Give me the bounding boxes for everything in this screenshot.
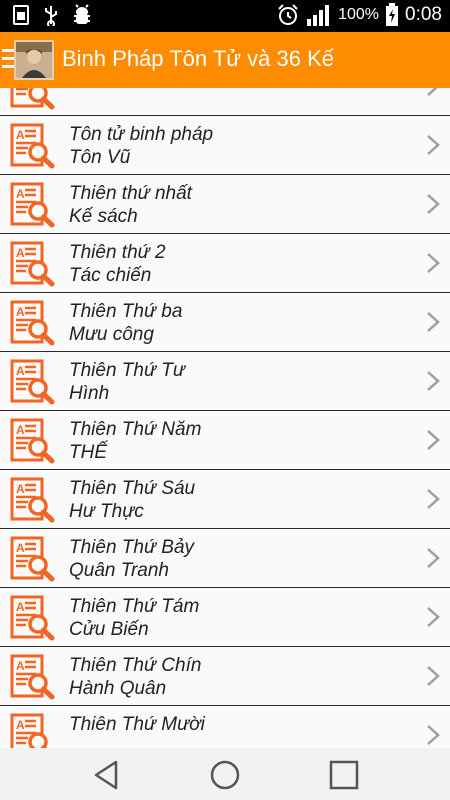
svg-text:A: A <box>16 718 25 732</box>
svg-text:A: A <box>16 364 25 378</box>
document-search-icon: A <box>10 359 55 405</box>
document-search-icon: A <box>10 182 55 228</box>
chevron-right-icon <box>427 88 438 96</box>
list-item-subtitle: Hư Thực <box>69 501 144 522</box>
recents-icon[interactable] <box>327 758 361 792</box>
chevron-right-icon <box>427 135 440 155</box>
list-item-text: Thiên Thứ Sáu Hư Thực <box>69 477 195 523</box>
chevron-right-icon <box>427 253 440 273</box>
list-item[interactable]: A Thiên Thứ Tám Cửu Biến <box>0 588 450 647</box>
svg-text:A: A <box>16 659 25 673</box>
list-item-title: Thiên Thứ Tư <box>69 360 185 381</box>
list-item[interactable]: A <box>0 88 450 116</box>
chevron-right-icon <box>427 666 440 686</box>
list-item[interactable]: A Thiên Thứ Năm THẾ <box>0 411 450 470</box>
chevron-right-icon <box>427 725 440 745</box>
list-item-title: Thiên thứ nhất <box>69 183 192 204</box>
chevron-right-icon <box>427 371 440 391</box>
clock: 0:08 <box>405 4 442 25</box>
list-item[interactable]: A Thiên Thứ Bảy Quân Tranh <box>0 529 450 588</box>
list-item-text: Thiên Thứ Bảy Quân Tranh <box>69 536 194 582</box>
app-title: Binh Pháp Tôn Tử và 36 Kế <box>62 46 334 71</box>
svg-text:A: A <box>16 423 25 437</box>
list-item-text: Thiên Thứ Mười <box>69 713 205 736</box>
document-search-icon: A <box>10 654 55 700</box>
battery-percent: 100% <box>338 6 380 23</box>
list-item-subtitle: THẾ <box>69 442 107 463</box>
home-icon[interactable] <box>208 758 242 792</box>
chevron-right-icon <box>427 194 440 214</box>
list-item-title: Thiên Thứ Năm <box>69 419 202 440</box>
back-icon[interactable] <box>90 758 124 792</box>
menu-icon[interactable] <box>2 49 14 71</box>
list-item-text: Thiên thứ nhất Kế sách <box>69 182 192 228</box>
list-item[interactable]: A Tôn tử binh pháp Tôn Vũ <box>0 116 450 175</box>
document-search-icon: A <box>10 477 55 523</box>
list-item-text: Thiên Thứ Tư Hình <box>69 359 185 405</box>
document-search-icon: A <box>10 241 55 287</box>
document-search-icon: A <box>10 536 55 582</box>
list-item[interactable]: A Thiên Thứ Sáu Hư Thực <box>0 470 450 529</box>
status-bar: 100% 0:08 <box>0 0 450 32</box>
document-search-icon: A <box>10 123 55 169</box>
svg-text:A: A <box>16 482 25 496</box>
list-item-subtitle: Tác chiến <box>69 265 152 286</box>
document-search-icon: A <box>10 88 55 110</box>
list-item-text: Thiên Thứ Năm THẾ <box>69 418 201 464</box>
list-item[interactable]: A Thiên Thứ Tư Hình <box>0 352 450 411</box>
chevron-right-icon <box>427 548 440 568</box>
list-item[interactable]: A Thiên thứ 2 Tác chiến <box>0 234 450 293</box>
svg-text:A: A <box>16 128 25 142</box>
list-item-text: Thiên Thứ Tám Cửu Biến <box>69 595 199 641</box>
list-item-text: Thiên Thứ ba Mưu công <box>69 300 182 346</box>
sim-card-icon <box>13 5 29 25</box>
signal-icon <box>307 5 330 26</box>
android-debug-icon <box>74 4 90 24</box>
usb-icon <box>45 6 57 26</box>
list-item[interactable]: A Thiên Thứ Chín Hành Quân <box>0 647 450 706</box>
chapter-list[interactable]: A A Tôn tử binh pháp Tôn Vũ <box>0 88 450 748</box>
list-item[interactable]: A Thiên Thứ Mười <box>0 706 450 748</box>
alarm-icon <box>278 4 298 25</box>
document-search-icon: A <box>10 713 48 748</box>
list-item-title: Thiên Thứ ba <box>69 301 183 322</box>
list-item[interactable]: A Thiên thứ nhất Kế sách <box>0 175 450 234</box>
list-item-title: Thiên Thứ Tám <box>69 596 200 617</box>
list-item-subtitle: Hình <box>69 383 110 404</box>
document-search-icon: A <box>10 418 55 464</box>
list-item-text: Tôn tử binh pháp Tôn Vũ <box>69 123 213 169</box>
document-search-icon: A <box>10 595 55 641</box>
list-item[interactable]: A Thiên Thứ ba Mưu công <box>0 293 450 352</box>
list-item-title: Thiên Thứ Bảy <box>69 537 195 558</box>
list-item-subtitle: Mưu công <box>69 324 154 345</box>
battery-charging-icon <box>386 3 399 26</box>
list-item-subtitle: Kế sách <box>69 206 138 227</box>
list-item-subtitle: Quân Tranh <box>69 560 169 581</box>
list-item-text: Thiên thứ 2 Tác chiến <box>69 241 166 287</box>
list-item-title: Thiên thứ 2 <box>69 242 166 263</box>
chevron-right-icon <box>427 312 440 332</box>
svg-text:A: A <box>16 187 25 201</box>
svg-text:A: A <box>16 541 25 555</box>
list-item-title: Thiên Thứ Sáu <box>69 478 196 499</box>
list-item-title: Thiên Thứ Mười <box>69 714 205 735</box>
list-item-title: Thiên Thứ Chín <box>69 655 202 676</box>
chevron-right-icon <box>427 430 440 450</box>
list-item-text: Thiên Thứ Chín Hành Quân <box>69 654 201 700</box>
list-item-title: Tôn tử binh pháp <box>69 124 214 145</box>
avatar[interactable] <box>14 40 54 80</box>
navigation-bar <box>0 748 450 800</box>
document-search-icon: A <box>10 300 55 346</box>
app-bar: Binh Pháp Tôn Tử và 36 Kế <box>0 32 450 88</box>
chevron-right-icon <box>427 489 440 509</box>
list-item-subtitle: Hành Quân <box>69 678 167 699</box>
list-item-subtitle: Cửu Biến <box>69 619 149 640</box>
svg-text:A: A <box>16 246 25 260</box>
svg-text:A: A <box>16 600 25 614</box>
chevron-right-icon <box>427 607 440 627</box>
svg-text:A: A <box>16 305 25 319</box>
list-item-subtitle: Tôn Vũ <box>69 147 131 168</box>
